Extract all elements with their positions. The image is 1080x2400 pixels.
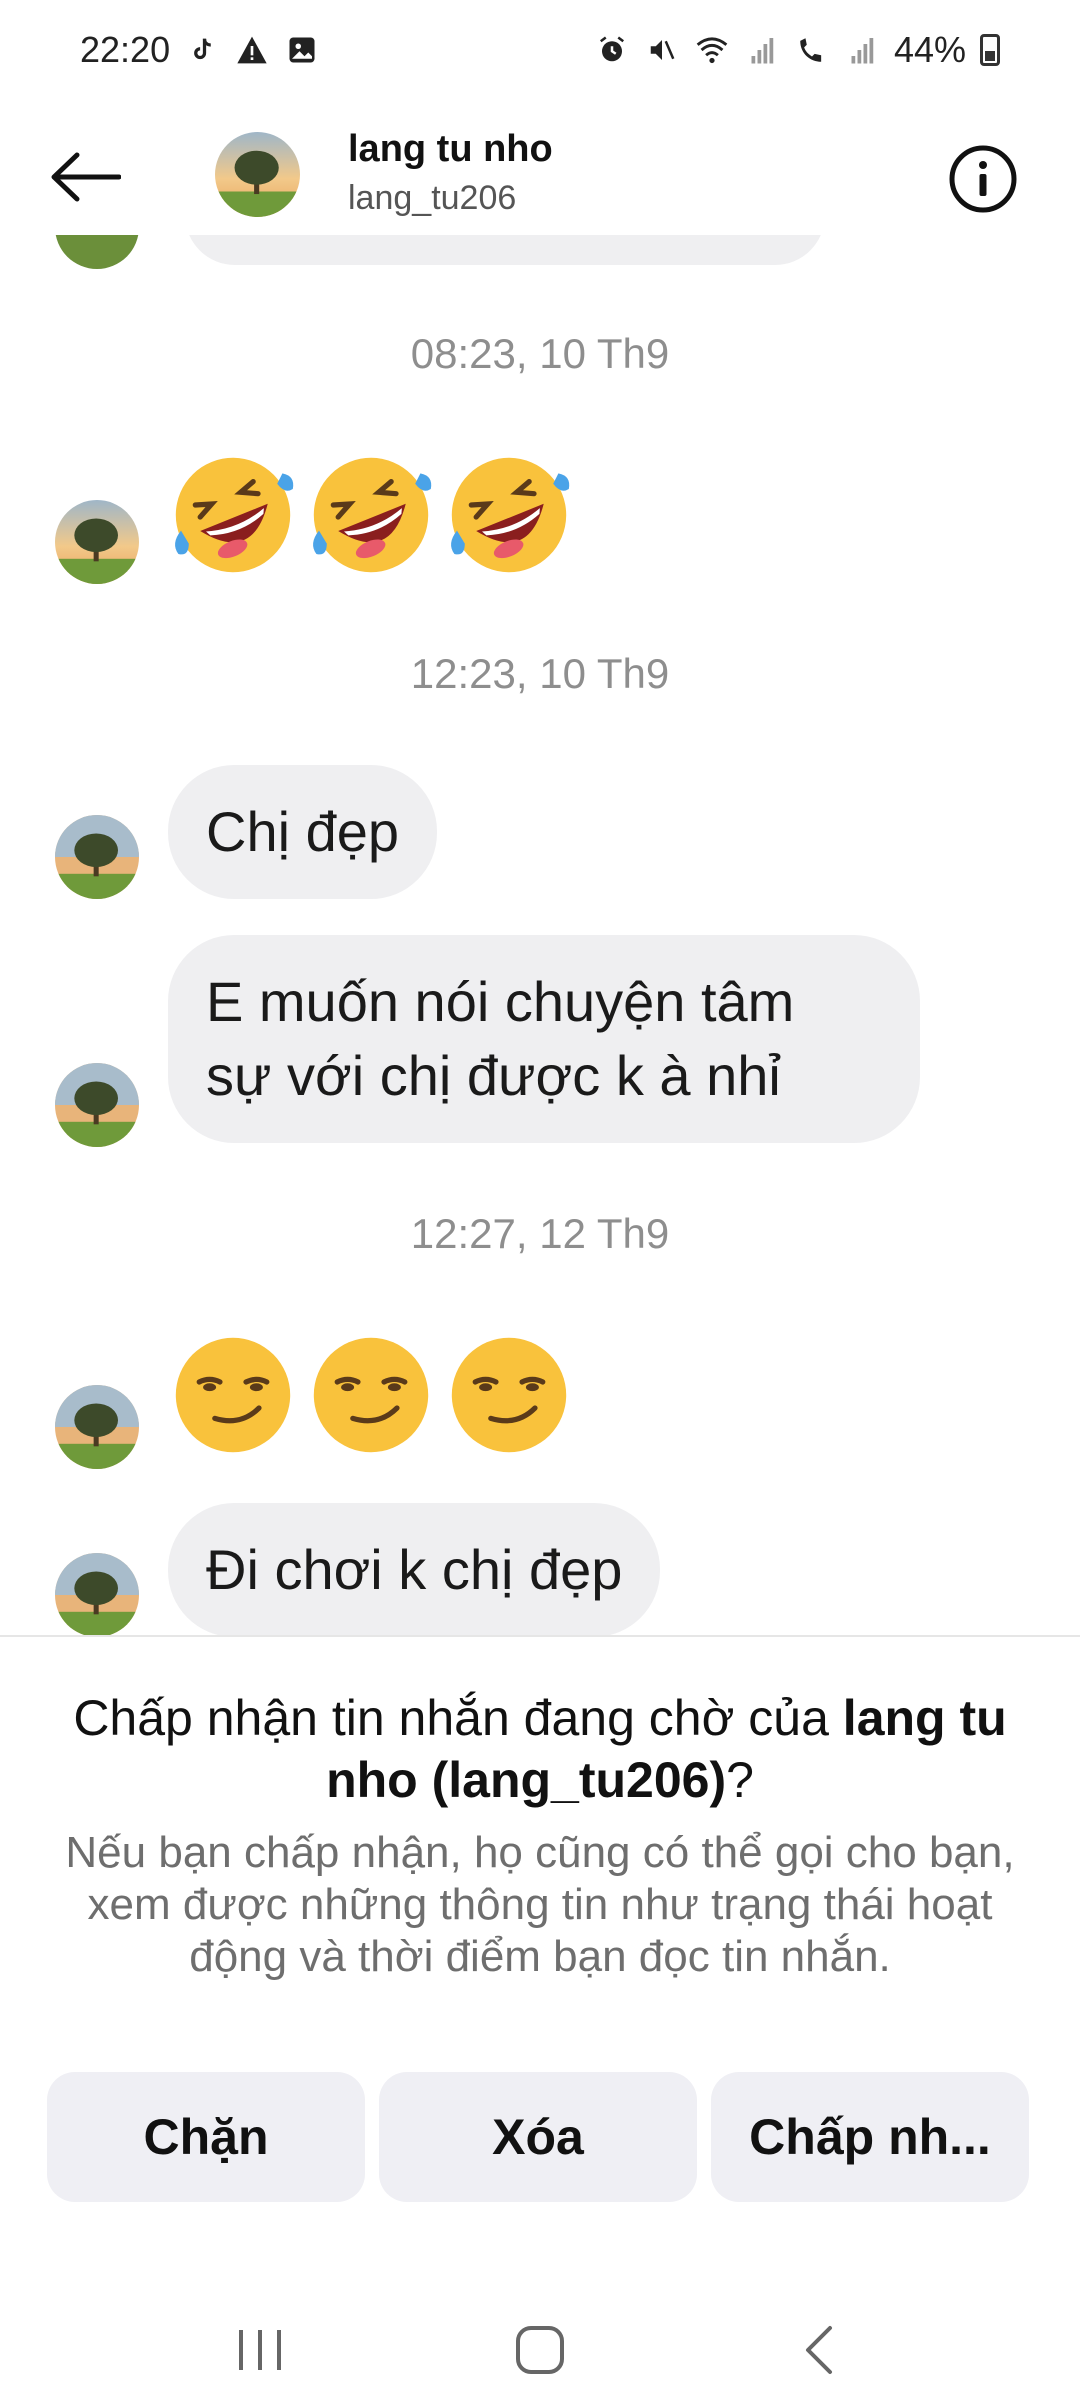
back-button[interactable] bbox=[40, 142, 130, 212]
home-button[interactable] bbox=[485, 2305, 595, 2395]
header-text[interactable]: lang tu nho lang_tu206 bbox=[348, 128, 553, 218]
message-text: Đi chơi k chị đẹp bbox=[206, 1538, 623, 1601]
request-title-suffix: ? bbox=[726, 1752, 754, 1808]
status-right: 44% bbox=[594, 29, 1000, 71]
signal-icon-2 bbox=[844, 32, 880, 68]
smirk-emoji-icon bbox=[313, 1337, 429, 1453]
navigation-bar bbox=[0, 2300, 1080, 2400]
warning-icon bbox=[234, 32, 270, 68]
wifi-icon bbox=[694, 32, 730, 68]
header-username: lang_tu206 bbox=[348, 179, 517, 217]
status-left: 22:20 bbox=[80, 29, 320, 71]
request-title: Chấp nhận tin nhắn đang chờ của lang tu … bbox=[40, 1687, 1040, 1811]
info-icon bbox=[949, 145, 1017, 213]
delete-button[interactable]: Xóa bbox=[379, 2072, 697, 2202]
avatar[interactable] bbox=[55, 1385, 139, 1469]
smirk-emoji-icon bbox=[451, 1337, 567, 1453]
header-name: lang tu nho bbox=[348, 128, 553, 170]
message-request-panel: Chấp nhận tin nhắn đang chờ của lang tu … bbox=[0, 1635, 1080, 2295]
system-back-button[interactable] bbox=[765, 2305, 875, 2395]
message-bubble[interactable]: Đi chơi k chị đẹp bbox=[168, 1503, 661, 1635]
wifi-call-icon bbox=[794, 32, 830, 68]
image-icon bbox=[284, 32, 320, 68]
avatar[interactable] bbox=[55, 500, 139, 584]
request-button-row: Chặn Xóa Chấp nh... bbox=[47, 2072, 1029, 2202]
rofl-emoji-icon bbox=[313, 457, 432, 573]
message-bubble[interactable]: E muốn nói chuyện tâm sự với chị được k … bbox=[168, 935, 920, 1143]
timestamp: 12:23, 10 Th9 bbox=[410, 650, 670, 697]
avatar bbox=[55, 235, 139, 269]
request-title-prefix: Chấp nhận tin nhắn đang chờ của bbox=[73, 1690, 843, 1746]
battery-icon bbox=[980, 34, 1000, 66]
block-button[interactable]: Chặn bbox=[47, 2072, 365, 2202]
accept-button[interactable]: Chấp nh... bbox=[711, 2072, 1029, 2202]
recent-apps-icon bbox=[239, 2330, 281, 2370]
back-arrow-icon bbox=[51, 152, 121, 202]
message-text-line: sự với chị được k à nhỉ bbox=[206, 1044, 781, 1107]
timestamp: 08:23, 10 Th9 bbox=[410, 330, 670, 377]
rofl-emoji-icon bbox=[175, 457, 294, 573]
recent-apps-button[interactable] bbox=[205, 2305, 315, 2395]
header-avatar[interactable] bbox=[215, 132, 300, 217]
info-button[interactable] bbox=[946, 142, 1020, 216]
status-time: 22:20 bbox=[80, 29, 171, 70]
avatar[interactable] bbox=[55, 1063, 139, 1147]
smirk-emoji-icon bbox=[175, 1337, 291, 1453]
message-text: Chị đẹp bbox=[206, 800, 400, 863]
message-bubble[interactable] bbox=[185, 235, 825, 265]
message-text-line: E muốn nói chuyện tâm bbox=[206, 970, 795, 1033]
avatar[interactable] bbox=[55, 815, 139, 899]
rofl-emoji-icon bbox=[451, 457, 570, 573]
signal-icon bbox=[744, 32, 780, 68]
chevron-left-icon bbox=[806, 2326, 832, 2374]
home-icon bbox=[516, 2326, 564, 2374]
chat-area[interactable]: 08:23, 10 Th9 12:23, 10 Th9 Chị đẹp E mu… bbox=[0, 235, 1080, 1635]
alarm-icon bbox=[594, 32, 630, 68]
battery-percent: 44% bbox=[893, 29, 966, 70]
status-bar: 22:20 44% bbox=[0, 0, 1080, 100]
message-bubble[interactable]: Chị đẹp bbox=[168, 765, 438, 899]
request-description: Nếu bạn chấp nhận, họ cũng có thể gọi ch… bbox=[65, 1828, 1015, 1981]
mute-icon bbox=[644, 32, 680, 68]
chat-header: lang tu nho lang_tu206 bbox=[0, 120, 1080, 230]
timestamp: 12:27, 12 Th9 bbox=[410, 1210, 670, 1257]
emoji-message[interactable] bbox=[168, 1330, 574, 1460]
tiktok-icon bbox=[184, 32, 220, 68]
avatar[interactable] bbox=[55, 1553, 139, 1635]
emoji-message[interactable] bbox=[168, 450, 574, 580]
